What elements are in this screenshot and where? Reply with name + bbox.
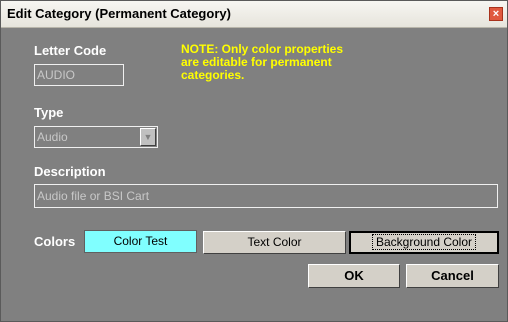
colors-label: Colors — [34, 234, 76, 249]
background-color-button[interactable]: Background Color — [349, 231, 499, 254]
type-label: Type — [34, 105, 64, 120]
close-icon[interactable]: × — [489, 7, 503, 21]
cancel-button[interactable]: Cancel — [406, 264, 499, 288]
note-line: categories. — [181, 68, 245, 82]
text-color-button[interactable]: Text Color — [203, 231, 346, 254]
letter-code-label: Letter Code — [34, 43, 107, 58]
permanent-category-note: NOTE: Only color properties are editable… — [181, 43, 411, 82]
description-field: Audio file or BSI Cart — [34, 184, 498, 208]
description-label: Description — [34, 164, 106, 179]
type-select-value: Audio — [37, 130, 68, 144]
color-test-swatch: Color Test — [84, 230, 197, 253]
edit-category-dialog: Edit Category (Permanent Category) × Let… — [0, 0, 508, 322]
type-select: Audio ▼ — [34, 126, 158, 148]
dialog-title: Edit Category (Permanent Category) — [7, 6, 231, 21]
chevron-down-icon: ▼ — [140, 128, 156, 146]
ok-button[interactable]: OK — [308, 264, 400, 288]
letter-code-field: AUDIO — [34, 64, 124, 86]
background-color-label: Background Color — [371, 234, 477, 250]
title-bar[interactable]: Edit Category (Permanent Category) × — [1, 1, 507, 28]
